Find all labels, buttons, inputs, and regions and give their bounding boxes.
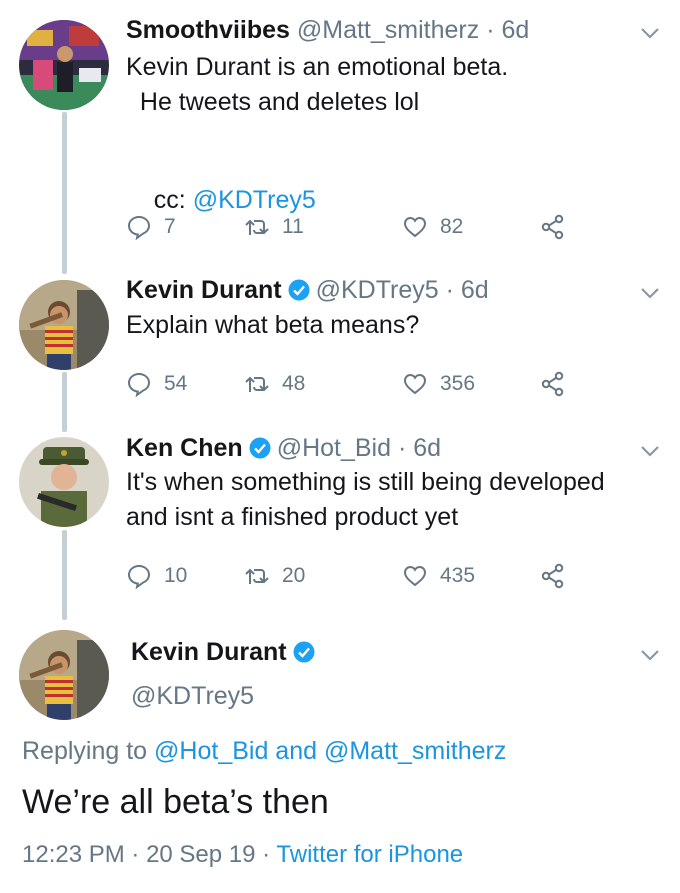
like-count: 82 <box>440 215 464 238</box>
main-name-row: Kevin Durant <box>131 638 321 667</box>
reply-button[interactable]: 10 <box>126 559 187 593</box>
chevron-down-icon[interactable] <box>640 26 660 40</box>
share-icon <box>541 563 564 589</box>
username[interactable]: @KDTrey5 <box>131 682 254 711</box>
tweet-header: Smoothviibes @Matt_smitherz · 6d <box>126 14 529 46</box>
reply-button[interactable]: 54 <box>126 367 187 401</box>
retweet-count: 20 <box>282 564 306 587</box>
reply-icon <box>127 215 151 240</box>
like-icon <box>403 565 427 587</box>
tweet-date[interactable]: 20 Sep 19 <box>146 841 255 868</box>
avatar-image <box>19 630 109 720</box>
avatar-image <box>19 280 109 370</box>
mention-link[interactable]: @Hot_Bid <box>154 737 268 765</box>
reply-button[interactable]: 7 <box>126 210 176 244</box>
display-name[interactable]: Smoothviibes <box>126 16 290 44</box>
like-count: 435 <box>440 564 476 587</box>
avatar-image <box>19 437 109 527</box>
tweet-time[interactable]: 12:23 PM <box>22 841 125 868</box>
avatar-image <box>19 20 109 110</box>
share-button[interactable] <box>540 210 566 244</box>
timestamp[interactable]: 6d <box>501 16 529 44</box>
avatar[interactable] <box>19 280 109 370</box>
tweet-actions: 10 20 435 <box>126 559 586 593</box>
verified-badge-icon <box>249 437 271 459</box>
separator: · <box>124 841 147 868</box>
tweet-actions: 54 48 356 <box>126 367 586 401</box>
mention-link[interactable]: @Matt_smitherz <box>324 737 506 765</box>
like-button[interactable]: 82 <box>402 210 463 244</box>
reply-icon <box>127 564 151 589</box>
tweet-line: Kevin Durant is an emotional beta. <box>126 53 509 81</box>
retweet-icon <box>245 568 269 584</box>
reply-count: 7 <box>164 215 176 238</box>
like-icon <box>403 373 427 395</box>
chevron-down-icon[interactable] <box>640 444 660 458</box>
tweet-text: We’re all beta’s then <box>22 783 329 821</box>
retweet-button[interactable]: 20 <box>244 559 305 593</box>
retweet-count: 11 <box>282 215 304 238</box>
replying-to: Replying to @Hot_Bid and @Matt_smitherz <box>22 737 506 766</box>
avatar[interactable] <box>19 437 109 527</box>
like-button[interactable]: 435 <box>402 559 475 593</box>
share-icon <box>541 214 564 240</box>
display-name[interactable]: Kevin Durant <box>131 638 287 666</box>
tweet-line: He tweets and deletes lol <box>126 88 420 116</box>
tweet-meta: 12:23 PM · 20 Sep 19 · Twitter for iPhon… <box>22 841 463 869</box>
thread-line <box>62 530 67 620</box>
avatar[interactable] <box>19 20 109 110</box>
share-button[interactable] <box>540 367 566 401</box>
tweet-line: It's when something is still being devel… <box>126 468 605 496</box>
username[interactable]: @KDTrey5 <box>316 276 439 304</box>
chevron-down-icon[interactable] <box>640 648 660 662</box>
timestamp[interactable]: 6d <box>413 434 441 462</box>
share-button[interactable] <box>540 559 566 593</box>
thread-line <box>62 372 67 432</box>
display-name[interactable]: Kevin Durant <box>126 276 282 304</box>
retweet-button[interactable]: 48 <box>244 367 305 401</box>
display-name[interactable]: Ken Chen <box>126 434 243 462</box>
tweet-actions: 7 11 82 <box>126 210 586 244</box>
verified-badge-icon <box>288 279 310 301</box>
like-icon <box>403 216 427 238</box>
thread-line <box>62 112 67 274</box>
replying-and: and <box>268 737 324 765</box>
chevron-down-icon[interactable] <box>640 286 660 300</box>
retweet-icon <box>245 219 269 235</box>
separator: · <box>438 276 461 304</box>
avatar[interactable] <box>19 630 109 720</box>
tweet-header: Kevin Durant @KDTrey5 · 6d <box>126 274 489 306</box>
tweet-header: Ken Chen @Hot_Bid · 6d <box>126 432 441 464</box>
username[interactable]: @Hot_Bid <box>277 434 391 462</box>
reply-count: 54 <box>164 372 188 395</box>
like-count: 356 <box>440 372 476 395</box>
like-button[interactable]: 356 <box>402 367 475 401</box>
tweet-line: Explain what beta means? <box>126 311 420 339</box>
retweet-count: 48 <box>282 372 306 395</box>
separator: · <box>479 16 502 44</box>
tweet-line: and isnt a finished product yet <box>126 503 459 531</box>
timestamp[interactable]: 6d <box>461 276 489 304</box>
replying-prefix: Replying to <box>22 737 155 765</box>
separator: · <box>255 841 277 868</box>
share-icon <box>541 371 564 397</box>
verified-badge-icon <box>293 641 315 663</box>
username[interactable]: @Matt_smitherz <box>297 16 479 44</box>
reply-count: 10 <box>164 564 188 587</box>
reply-icon <box>127 372 151 397</box>
retweet-icon <box>245 376 269 392</box>
tweet-client[interactable]: Twitter for iPhone <box>276 841 463 868</box>
separator: · <box>391 434 414 462</box>
retweet-button[interactable]: 11 <box>244 210 304 244</box>
